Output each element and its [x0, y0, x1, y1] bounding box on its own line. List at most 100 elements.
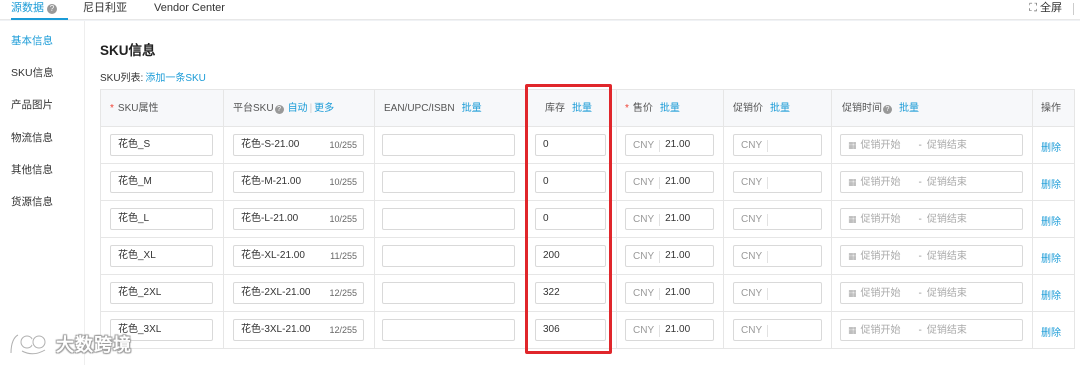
price-input[interactable]: CNY 21.00 [625, 171, 714, 193]
sidebar-item-sku-info[interactable]: SKU信息 [11, 65, 54, 80]
platform-sku-input[interactable]: 花色-M-21.00 10/255 [233, 171, 364, 193]
ean-input[interactable] [382, 245, 515, 267]
promo-time-range[interactable]: ▦ 促销开始 - 促销结束 [840, 134, 1023, 156]
fullscreen-button[interactable]: ⛶ 全屏 [1029, 0, 1062, 20]
price-input[interactable]: CNY 21.00 [625, 319, 714, 341]
promo-price-input[interactable]: CNY [733, 171, 822, 193]
ean-input[interactable] [382, 319, 515, 341]
add-sku-link[interactable]: 添加一条SKU [145, 73, 206, 84]
delete-link[interactable]: 删除 [1041, 250, 1061, 265]
delete-link[interactable]: 删除 [1041, 139, 1061, 154]
char-count: 10/255 [329, 177, 357, 187]
date-end-placeholder: 促销结束 [926, 288, 967, 299]
delete-link[interactable]: 删除 [1041, 176, 1061, 191]
price-value: 21.00 [665, 213, 691, 224]
help-icon[interactable]: ? [274, 105, 284, 114]
help-icon[interactable]: ? [883, 105, 892, 114]
promo-time-range[interactable]: ▦ 促销开始 - 促销结束 [840, 208, 1023, 230]
sku-attr-input[interactable]: 花色_L [110, 208, 213, 230]
char-count: 10/255 [329, 140, 357, 150]
platform-sku-input[interactable]: 花色-S-21.00 10/255 [233, 134, 364, 156]
sku-attr-input[interactable]: 花色_S [110, 134, 213, 156]
platform-sku-value: 花色-M-21.00 [241, 176, 302, 187]
batch-promo-time-link[interactable]: 批量 [899, 103, 919, 114]
sidebar-item-product-images[interactable]: 产品图片 [11, 97, 53, 112]
tab-nigeria-label: 尼日利亚 [83, 2, 127, 14]
currency-prefix: CNY [633, 251, 661, 263]
delete-link[interactable]: 删除 [1041, 287, 1061, 302]
date-end-placeholder: 促销结束 [926, 140, 967, 151]
stock-input[interactable]: 0 [535, 171, 606, 193]
platform-sku-value: 花色-L-21.00 [241, 213, 299, 224]
sidebar-item-other-info[interactable]: 其他信息 [11, 162, 53, 177]
separator: | [309, 103, 313, 114]
batch-ean-link[interactable]: 批量 [462, 103, 482, 114]
promo-price-input[interactable]: CNY [733, 282, 822, 304]
fullscreen-icon: ⛶ [1029, 2, 1037, 14]
platform-sku-input[interactable]: 花色-L-21.00 10/255 [233, 208, 364, 230]
promo-price-input[interactable]: CNY [733, 319, 822, 341]
price-input[interactable]: CNY 21.00 [625, 245, 714, 267]
sku-attr-input[interactable]: 花色_2XL [110, 282, 213, 304]
batch-stock-link[interactable]: 批量 [572, 103, 592, 114]
promo-time-range[interactable]: ▦ 促销开始 - 促销结束 [840, 245, 1023, 267]
promo-time-range[interactable]: ▦ 促销开始 - 促销结束 [840, 319, 1023, 341]
price-value: 21.00 [665, 287, 691, 298]
stock-input[interactable]: 200 [535, 245, 606, 267]
ean-input[interactable] [382, 282, 515, 304]
platform-sku-input[interactable]: 花色-2XL-21.00 12/255 [233, 282, 364, 304]
ean-input[interactable] [382, 134, 515, 156]
tab-vendor-center[interactable]: Vendor Center [154, 0, 225, 20]
grid-line [223, 90, 224, 349]
delete-link[interactable]: 删除 [1041, 213, 1061, 228]
batch-price-link[interactable]: 批量 [660, 103, 680, 114]
more-link[interactable]: 更多 [314, 103, 334, 114]
price-input[interactable]: CNY 21.00 [625, 282, 714, 304]
sidebar-item-source-info[interactable]: 货源信息 [11, 194, 53, 209]
ean-input[interactable] [382, 171, 515, 193]
sidebar-item-basic-info[interactable]: 基本信息 [11, 33, 53, 48]
tab-nigeria[interactable]: 尼日利亚 [83, 0, 127, 20]
tab-source-data-label: 源数据 [11, 2, 44, 14]
stock-input[interactable]: 0 [535, 208, 606, 230]
grid-line [100, 90, 101, 349]
promo-price-input[interactable]: CNY [733, 134, 822, 156]
table-row: 花色_3XL 花色-3XL-21.00 12/255 306 CNY 21.00 C… [100, 312, 1075, 349]
section-title: SKU信息 [100, 43, 156, 58]
calendar-icon: ▦ [848, 177, 857, 187]
currency-prefix: CNY [741, 140, 769, 152]
stock-input[interactable]: 0 [535, 134, 606, 156]
sku-attr-input[interactable]: 花色_M [110, 171, 213, 193]
promo-time-range[interactable]: ▦ 促销开始 - 促销结束 [840, 171, 1023, 193]
promo-time-range[interactable]: ▦ 促销开始 - 促销结束 [840, 282, 1023, 304]
date-start-placeholder: 促销开始 [860, 251, 901, 262]
table-row: 花色_S 花色-S-21.00 10/255 0 CNY 21.00 CNY ▦ 促销… [100, 127, 1075, 164]
date-end-placeholder: 促销结束 [926, 251, 967, 262]
platform-sku-input[interactable]: 花色-3XL-21.00 12/255 [233, 319, 364, 341]
header-promo-time-label: 促销时间 [842, 103, 882, 114]
batch-promo-price-link[interactable]: 批量 [770, 103, 790, 114]
sidebar-item-logistics-info[interactable]: 物流信息 [11, 130, 53, 145]
date-end-placeholder: 促销结束 [926, 177, 967, 188]
date-end-placeholder: 促销结束 [926, 325, 967, 336]
stock-input[interactable]: 322 [535, 282, 606, 304]
ean-input[interactable] [382, 208, 515, 230]
auto-link[interactable]: 自动 [288, 103, 308, 114]
tab-source-data[interactable]: 源数据? [11, 0, 68, 20]
stock-input[interactable]: 306 [535, 319, 606, 341]
platform-sku-input[interactable]: 花色-XL-21.00 11/255 [233, 245, 364, 267]
currency-prefix: CNY [741, 251, 769, 263]
fullscreen-label: 全屏 [1040, 2, 1062, 14]
price-value: 21.00 [665, 324, 691, 335]
grid-line [374, 90, 375, 349]
promo-price-input[interactable]: CNY [733, 245, 822, 267]
price-input[interactable]: CNY 21.00 [625, 134, 714, 156]
delete-link[interactable]: 删除 [1041, 324, 1061, 339]
price-input[interactable]: CNY 21.00 [625, 208, 714, 230]
help-icon[interactable]: ? [47, 4, 57, 14]
table-row: 花色_L 花色-L-21.00 10/255 0 CNY 21.00 CNY ▦ 促销… [100, 201, 1075, 238]
sku-attr-input[interactable]: 花色_XL [110, 245, 213, 267]
calendar-icon: ▦ [848, 251, 857, 261]
grid-line [616, 90, 617, 349]
promo-price-input[interactable]: CNY [733, 208, 822, 230]
